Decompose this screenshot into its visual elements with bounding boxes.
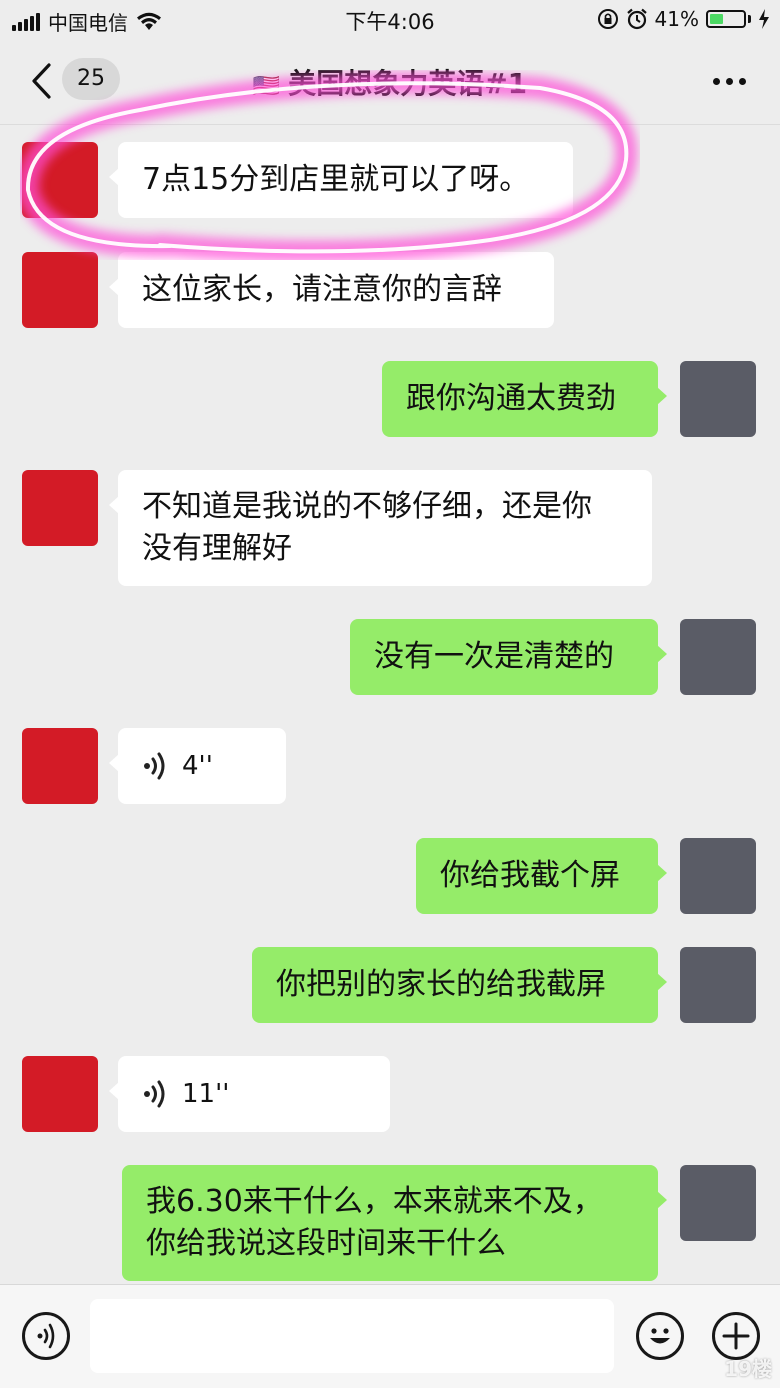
message-bubble[interactable]: 没有一次是清楚的	[350, 619, 667, 695]
message-text: 跟你沟通太费劲	[406, 381, 616, 416]
message-text-line: 没有理解好	[142, 531, 292, 566]
my-avatar[interactable]	[680, 619, 756, 695]
voice-input-icon[interactable]	[22, 1312, 70, 1360]
message-text-line: 不知道是我说的不够仔细，还是你	[142, 489, 592, 524]
status-bar: 中国电信 下午4:06 41%	[0, 0, 780, 40]
alarm-icon	[626, 8, 647, 30]
contact-avatar[interactable]	[22, 142, 98, 218]
message-text: 这位家长，请注意你的言辞	[142, 272, 502, 307]
message-text: 7点15分到店里就可以了呀。	[142, 162, 530, 197]
voice-wave-icon	[144, 1080, 165, 1108]
message-bubble[interactable]: 不知道是我说的不够仔细，还是你 没有理解好	[109, 470, 652, 586]
rotation-lock-icon	[597, 9, 618, 29]
voice-wave-icon	[144, 752, 165, 780]
chat-title-text: 美国想象力英语#1	[288, 67, 528, 100]
my-avatar[interactable]	[680, 1165, 756, 1241]
my-avatar[interactable]	[680, 361, 756, 437]
message-text: 你给我截个屏	[440, 858, 620, 893]
message-bubble[interactable]: 7点15分到店里就可以了呀。	[109, 142, 573, 218]
message-text-line: 你给我说这段时间来干什么	[146, 1226, 506, 1261]
message-bubble[interactable]: 这位家长，请注意你的言辞	[109, 252, 554, 328]
battery-icon	[706, 10, 746, 28]
my-avatar[interactable]	[680, 947, 756, 1023]
input-bar: 19楼	[0, 1284, 780, 1388]
charging-icon	[759, 9, 769, 29]
message-text: 你把别的家长的给我截屏	[276, 967, 606, 1002]
message-input[interactable]	[90, 1299, 614, 1373]
chat-header: 25 🇺🇸 美国想象力英语#1	[0, 40, 780, 125]
message-text: 没有一次是清楚的	[374, 639, 614, 674]
message-text-line: 我6.30来干什么，本来就来不及，	[146, 1184, 603, 1219]
battery-nub	[748, 15, 751, 23]
voice-message[interactable]: 11''	[109, 1056, 390, 1132]
contact-avatar[interactable]	[22, 728, 98, 804]
voice-message[interactable]: 4''	[109, 728, 286, 804]
chat-title[interactable]: 🇺🇸 美国想象力英语#1	[0, 62, 780, 102]
watermark: 19楼	[724, 1357, 772, 1381]
message-bubble[interactable]: 跟你沟通太费劲	[382, 361, 667, 437]
emoji-icon[interactable]	[636, 1312, 684, 1360]
us-flag-icon: 🇺🇸	[252, 74, 281, 99]
contact-avatar[interactable]	[22, 470, 98, 546]
battery-percent: 41%	[654, 7, 699, 31]
my-avatar[interactable]	[680, 838, 756, 914]
contact-avatar[interactable]	[22, 1056, 98, 1132]
message-bubble[interactable]: 我6.30来干什么，本来就来不及， 你给我说这段时间来干什么	[122, 1165, 667, 1281]
message-bubble[interactable]: 你把别的家长的给我截屏	[252, 947, 667, 1023]
message-bubble[interactable]: 你给我截个屏	[416, 838, 667, 914]
voice-duration: 11''	[182, 1079, 230, 1109]
more-icon[interactable]	[713, 78, 746, 85]
contact-avatar[interactable]	[22, 252, 98, 328]
voice-duration: 4''	[182, 751, 213, 781]
